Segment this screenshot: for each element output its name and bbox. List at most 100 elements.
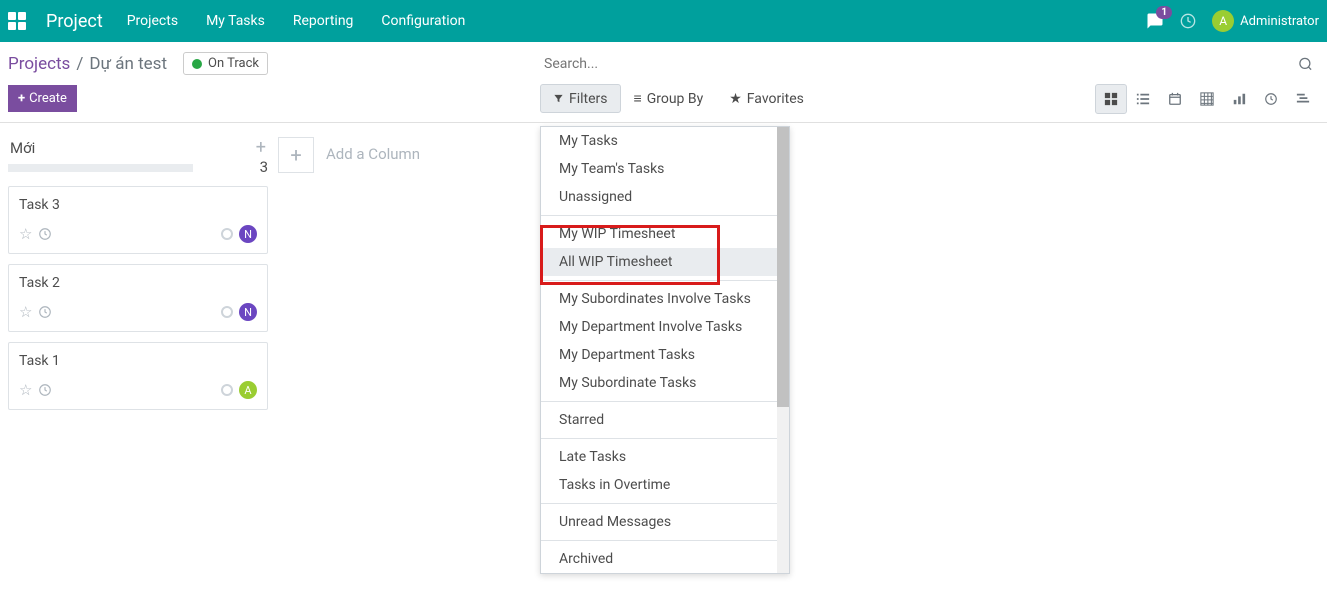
- card-title: Task 2: [19, 275, 257, 291]
- filter-option[interactable]: My Team's Tasks: [541, 155, 789, 183]
- breadcrumb-current: Dự án test: [89, 54, 167, 74]
- favorites-button[interactable]: ★ Favorites: [716, 84, 817, 113]
- filter-option[interactable]: My Department Involve Tasks: [541, 313, 789, 341]
- breadcrumb-sep: /: [76, 54, 83, 74]
- messaging-icon[interactable]: 1: [1146, 12, 1164, 30]
- filter-option[interactable]: My WIP Timesheet: [541, 220, 789, 248]
- kanban-column: Mới + 3 Task 3 ☆ N Task 2 ☆ N Task 1: [8, 133, 268, 597]
- scrollbar-thumb[interactable]: [777, 127, 789, 407]
- card-title: Task 1: [19, 353, 257, 369]
- list-view-icon: [1136, 92, 1150, 106]
- search-input[interactable]: [540, 48, 1319, 80]
- status-badge[interactable]: On Track: [183, 52, 268, 75]
- breadcrumb: Projects / Dự án test: [8, 54, 167, 74]
- view-list-button[interactable]: [1127, 84, 1159, 114]
- dropdown-separator: [541, 438, 789, 439]
- dropdown-separator: [541, 401, 789, 402]
- dropdown-separator: [541, 503, 789, 504]
- create-button[interactable]: + Create: [8, 85, 77, 112]
- nav-menu-configuration[interactable]: Configuration: [381, 13, 465, 29]
- groupby-button[interactable]: ≡ Group By: [621, 84, 717, 113]
- filters-button[interactable]: Filters: [540, 84, 621, 113]
- state-circle-icon[interactable]: [221, 306, 233, 318]
- nav-menu-mytasks[interactable]: My Tasks: [206, 13, 265, 29]
- filter-option[interactable]: Unassigned: [541, 183, 789, 211]
- control-panel: Projects / Dự án test On Track + Create …: [0, 42, 1327, 123]
- state-circle-icon[interactable]: [221, 228, 233, 240]
- column-quick-add[interactable]: +: [256, 137, 266, 158]
- activity-clock-icon[interactable]: [38, 383, 52, 397]
- nav-menu-reporting[interactable]: Reporting: [293, 13, 354, 29]
- graph-icon: [1232, 92, 1246, 106]
- dropdown-separator: [541, 540, 789, 541]
- favorites-label: Favorites: [747, 91, 804, 107]
- view-switcher: [1095, 84, 1319, 114]
- activity-clock-icon: [1264, 92, 1278, 106]
- plus-icon: +: [18, 91, 25, 106]
- assignee-avatar[interactable]: N: [239, 303, 257, 321]
- filter-option[interactable]: Starred: [541, 406, 789, 434]
- apps-icon: [8, 12, 26, 30]
- nav-menu: Projects My Tasks Reporting Configuratio…: [127, 13, 466, 29]
- status-dot-icon: [192, 59, 202, 69]
- apps-launcher[interactable]: [8, 12, 26, 30]
- kanban-icon: [1104, 92, 1118, 106]
- top-navbar: Project Projects My Tasks Reporting Conf…: [0, 0, 1327, 42]
- filters-dropdown: My TasksMy Team's TasksUnassigned My WIP …: [540, 126, 790, 574]
- pivot-icon: [1200, 92, 1214, 106]
- view-gantt-button[interactable]: [1287, 84, 1319, 114]
- groupby-label: Group By: [647, 91, 704, 107]
- view-kanban-button[interactable]: [1095, 84, 1127, 114]
- status-label: On Track: [208, 56, 259, 71]
- gantt-icon: [1296, 92, 1310, 106]
- card-title: Task 3: [19, 197, 257, 213]
- kanban-card[interactable]: Task 3 ☆ N: [8, 186, 268, 254]
- notification-badge: 1: [1156, 6, 1172, 19]
- view-graph-button[interactable]: [1223, 84, 1255, 114]
- view-pivot-button[interactable]: [1191, 84, 1223, 114]
- add-column: + Add a Column: [278, 133, 420, 597]
- kanban-card[interactable]: Task 2 ☆ N: [8, 264, 268, 332]
- priority-star-icon[interactable]: ☆: [19, 303, 32, 321]
- priority-star-icon[interactable]: ☆: [19, 225, 32, 243]
- breadcrumb-parent[interactable]: Projects: [8, 54, 70, 74]
- activity-icon[interactable]: [1180, 13, 1196, 29]
- filter-option[interactable]: Late Tasks: [541, 443, 789, 471]
- kanban-card[interactable]: Task 1 ☆ A: [8, 342, 268, 410]
- funnel-icon: [553, 93, 564, 104]
- list-icon: ≡: [634, 90, 642, 107]
- dropdown-scrollbar[interactable]: [777, 127, 789, 573]
- app-brand[interactable]: Project: [46, 11, 103, 32]
- filters-label: Filters: [569, 91, 608, 107]
- create-label: Create: [29, 91, 67, 106]
- avatar: A: [1212, 10, 1234, 32]
- add-column-label[interactable]: Add a Column: [326, 137, 420, 163]
- nav-menu-projects[interactable]: Projects: [127, 13, 178, 29]
- user-menu[interactable]: A Administrator: [1212, 10, 1319, 32]
- state-circle-icon[interactable]: [221, 384, 233, 396]
- assignee-avatar[interactable]: A: [239, 381, 257, 399]
- filter-option[interactable]: My Subordinates Involve Tasks: [541, 285, 789, 313]
- priority-star-icon[interactable]: ☆: [19, 381, 32, 399]
- add-column-button[interactable]: +: [278, 137, 314, 173]
- calendar-icon: [1168, 92, 1182, 106]
- star-icon: ★: [729, 91, 742, 107]
- activity-clock-icon[interactable]: [38, 305, 52, 319]
- filter-option[interactable]: Archived: [541, 545, 789, 573]
- user-name: Administrator: [1240, 14, 1319, 29]
- view-activity-button[interactable]: [1255, 84, 1287, 114]
- filter-option[interactable]: My Tasks: [541, 127, 789, 155]
- filter-option[interactable]: My Department Tasks: [541, 341, 789, 369]
- column-count: 3: [8, 158, 268, 176]
- view-calendar-button[interactable]: [1159, 84, 1191, 114]
- dropdown-separator: [541, 215, 789, 216]
- column-title[interactable]: Mới: [10, 139, 256, 157]
- assignee-avatar[interactable]: N: [239, 225, 257, 243]
- filter-option[interactable]: My Subordinate Tasks: [541, 369, 789, 397]
- filter-option[interactable]: All WIP Timesheet: [541, 248, 789, 276]
- search-icon[interactable]: [1298, 57, 1313, 72]
- activity-clock-icon[interactable]: [38, 227, 52, 241]
- dropdown-separator: [541, 280, 789, 281]
- filter-option[interactable]: Unread Messages: [541, 508, 789, 536]
- filter-option[interactable]: Tasks in Overtime: [541, 471, 789, 499]
